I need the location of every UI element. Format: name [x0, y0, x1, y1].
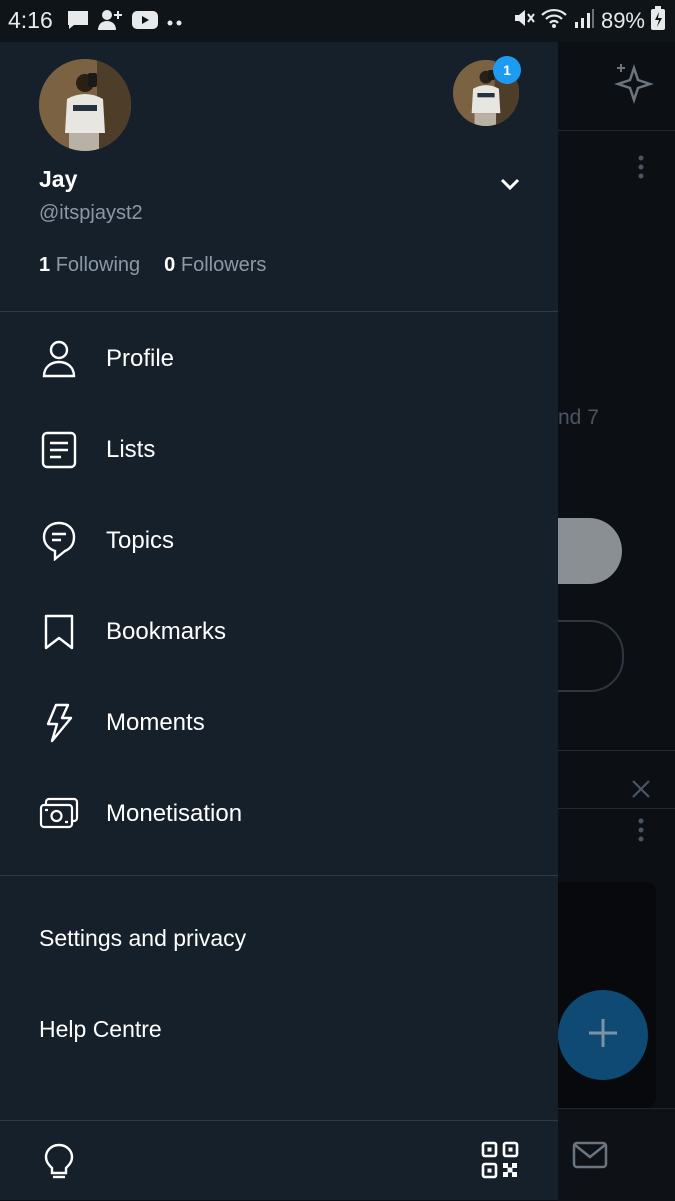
background-divider — [558, 750, 675, 751]
money-icon — [38, 793, 80, 835]
chevron-down-icon[interactable] — [498, 172, 522, 201]
compose-button[interactable] — [558, 990, 648, 1080]
menu-label: Profile — [106, 344, 175, 372]
mute-icon — [513, 7, 535, 34]
followers-count: 0 — [164, 254, 176, 276]
profile-handle: @itspjayst2 — [39, 202, 143, 224]
menu-label: Bookmarks — [106, 617, 227, 645]
followers-label: Followers — [180, 254, 267, 276]
battery-percent: 89% — [600, 7, 645, 33]
youtube-icon — [132, 10, 158, 35]
menu-item-profile[interactable]: Profile — [0, 313, 558, 404]
divider — [0, 875, 558, 876]
follow-stats: 1 Following 0 Followers — [39, 254, 266, 277]
notification-badge: 1 — [493, 56, 521, 84]
help-centre-link[interactable]: Help Centre — [39, 1016, 162, 1043]
mail-icon[interactable] — [572, 1140, 608, 1175]
avatar[interactable] — [39, 59, 131, 151]
menu-label: Monetisation — [106, 799, 243, 827]
more-dots-icon — [166, 14, 184, 32]
menu-item-topics[interactable]: Topics — [0, 495, 558, 586]
list-icon — [38, 429, 80, 471]
followers-link[interactable]: 0 Followers — [164, 254, 266, 276]
more-vertical-icon[interactable] — [636, 155, 646, 184]
status-time: 4:16 — [8, 7, 53, 33]
close-icon[interactable] — [630, 778, 652, 805]
profile-name[interactable]: Jay — [39, 166, 77, 193]
message-icon — [66, 9, 90, 36]
add-person-icon — [98, 9, 124, 36]
person-icon — [38, 338, 80, 380]
following-label: Following — [55, 254, 141, 276]
bookmark-icon — [38, 611, 80, 653]
menu-item-monetisation[interactable]: Monetisation — [0, 768, 558, 859]
sparkle-icon[interactable] — [612, 62, 656, 111]
plus-icon — [586, 1016, 620, 1055]
following-link[interactable]: 1 Following — [39, 254, 140, 276]
menu-item-lists[interactable]: Lists — [0, 404, 558, 495]
menu-item-moments[interactable]: Moments — [0, 677, 558, 768]
menu-item-bookmarks[interactable]: Bookmarks — [0, 586, 558, 677]
more-vertical-icon[interactable] — [636, 818, 646, 847]
lightning-icon — [38, 702, 80, 744]
menu-label: Moments — [106, 708, 205, 736]
menu-label: Topics — [106, 526, 175, 554]
background-divider — [558, 808, 675, 809]
signal-icon — [573, 7, 595, 34]
divider — [0, 311, 558, 312]
background-partial-text: nd 7 — [558, 406, 599, 429]
settings-and-privacy-link[interactable]: Settings and privacy — [39, 925, 246, 952]
menu-label: Lists — [106, 435, 156, 463]
qr-code-icon[interactable] — [480, 1140, 520, 1185]
navigation-drawer: 1 Jay @itspjayst2 1 Following 0 Followers… — [0, 42, 558, 1200]
lightbulb-icon[interactable] — [42, 1142, 76, 1187]
following-count: 1 — [39, 254, 51, 276]
wifi-icon — [541, 7, 567, 34]
background-divider — [558, 130, 675, 131]
topic-icon — [38, 520, 80, 562]
status-bar: 4:16 89% — [0, 0, 675, 42]
divider — [0, 1120, 558, 1121]
battery-charging-icon — [651, 6, 665, 35]
